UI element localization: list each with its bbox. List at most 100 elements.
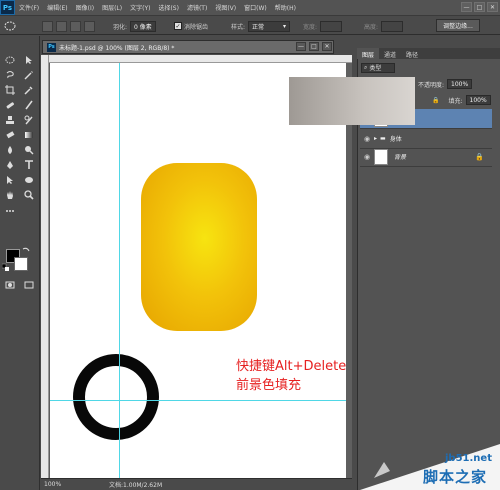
- doc-close-button[interactable]: ✕: [322, 42, 332, 51]
- gray-overlay-rectangle: [289, 77, 415, 125]
- crop-icon: [5, 85, 15, 95]
- vertical-guide[interactable]: [119, 63, 120, 478]
- clone-stamp-tool[interactable]: [2, 114, 18, 126]
- subtract-selection-button[interactable]: [70, 20, 81, 32]
- menu-file[interactable]: 文件(F): [15, 3, 43, 12]
- new-selection-button[interactable]: [42, 20, 53, 32]
- menu-type[interactable]: 文字(Y): [126, 3, 154, 12]
- gradient-tool[interactable]: [21, 129, 37, 141]
- maximize-button[interactable]: □: [474, 2, 485, 12]
- lasso-tool[interactable]: [2, 69, 18, 81]
- crop-tool[interactable]: [2, 84, 18, 96]
- options-bar: 羽化: 0 像素 ✓ 消除锯齿 样式: 正常 ▾ 宽度: 高度: 调整边缘...: [0, 15, 500, 35]
- selection-mode-buttons: [42, 20, 95, 32]
- vertical-ruler[interactable]: [41, 55, 49, 478]
- expand-arrow-icon[interactable]: ▸: [374, 135, 377, 142]
- document-tab[interactable]: Ps 未标题-1.psd @ 100% (图层 2, RGB/8) *: [42, 40, 334, 54]
- menu-bar: Ps 文件(F) 编辑(E) 图像(I) 图层(L) 文字(Y) 选择(S) 滤…: [0, 0, 500, 15]
- add-selection-button[interactable]: [56, 20, 67, 32]
- antialias-checkbox[interactable]: ✓: [174, 22, 182, 30]
- height-label: 高度:: [364, 23, 379, 31]
- quick-selection-tool[interactable]: [21, 69, 37, 81]
- tab-channels[interactable]: 通道: [379, 48, 401, 59]
- more-tools[interactable]: [2, 205, 18, 217]
- pen-icon: [7, 161, 13, 169]
- intersect-selection-button[interactable]: [84, 20, 95, 32]
- menu-view[interactable]: 视图(V): [211, 3, 240, 12]
- menu-select[interactable]: 选择(S): [154, 3, 183, 12]
- menu-image[interactable]: 图像(I): [72, 3, 98, 12]
- layer-filter-select[interactable]: ⌕ 类型: [361, 62, 395, 73]
- pen-tool[interactable]: [2, 159, 18, 171]
- status-bar: 100% 文档:1.00M/2.62M: [41, 478, 352, 490]
- style-select[interactable]: 正常 ▾: [248, 20, 291, 32]
- width-label: 宽度:: [303, 23, 318, 31]
- marquee-tool-preset[interactable]: [4, 20, 18, 32]
- menu-window[interactable]: 窗口(W): [240, 3, 271, 12]
- blur-tool[interactable]: [2, 144, 18, 156]
- opacity-input[interactable]: 100%: [447, 79, 473, 89]
- feather-label: 羽化:: [113, 23, 128, 31]
- document-window-controls: — □ ✕: [296, 42, 332, 51]
- zoom-level[interactable]: 100%: [41, 481, 63, 488]
- dodge-tool[interactable]: [21, 144, 37, 156]
- ellipse-marquee-tool[interactable]: [2, 54, 18, 66]
- hand-icon: [7, 191, 13, 199]
- menu-edit[interactable]: 编辑(E): [43, 3, 71, 12]
- swap-arrows-icon: [22, 247, 30, 252]
- quick-mask-icon: [5, 281, 15, 289]
- menu-filter[interactable]: 滤镜(T): [183, 3, 211, 12]
- layer-group-row[interactable]: ◉ ▸ ▬ 身体: [360, 129, 492, 149]
- black-ring-shape[interactable]: [73, 354, 159, 440]
- hand-tool[interactable]: [2, 189, 18, 201]
- minimize-button[interactable]: —: [461, 2, 472, 12]
- width-input[interactable]: [320, 20, 343, 32]
- brush-tool[interactable]: [21, 99, 37, 111]
- annotation-line-1: 快捷键Alt+Delete键,: [236, 359, 346, 374]
- height-input[interactable]: [381, 20, 404, 32]
- doc-maximize-button[interactable]: □: [309, 42, 319, 51]
- height-group: 高度:: [364, 20, 404, 32]
- screen-mode-button[interactable]: [21, 279, 37, 291]
- feather-input[interactable]: 0 像素: [130, 20, 156, 32]
- layer-background-row[interactable]: ◉ 背景 🔒: [360, 147, 492, 167]
- tab-paths[interactable]: 路径: [401, 48, 423, 59]
- menu-layer[interactable]: 图层(L): [98, 3, 126, 12]
- close-button[interactable]: ✕: [487, 2, 498, 12]
- horizontal-ruler[interactable]: [41, 55, 352, 63]
- lasso-icon: [6, 71, 14, 79]
- background-color-swatch[interactable]: [14, 257, 28, 271]
- document-canvas[interactable]: 快捷键Alt+Delete键, 前景色填充: [50, 63, 346, 478]
- history-brush-tool[interactable]: [21, 114, 37, 126]
- yellow-rounded-shape[interactable]: [141, 163, 257, 331]
- spot-healing-tool[interactable]: [2, 99, 18, 111]
- horizontal-guide[interactable]: [50, 400, 346, 401]
- zoom-tool[interactable]: [21, 189, 37, 201]
- type-icon: [25, 160, 33, 169]
- watermark-url: jb51.net: [445, 453, 492, 464]
- move-tool[interactable]: [21, 54, 37, 66]
- opacity-group: 不透明度: 100%: [418, 79, 473, 89]
- shape-tool[interactable]: [21, 174, 37, 186]
- visibility-eye-icon[interactable]: ◉: [360, 147, 374, 167]
- refine-edge-button[interactable]: 调整边缘...: [436, 19, 480, 32]
- path-selection-tool[interactable]: [2, 174, 18, 186]
- window-controls: — □ ✕: [461, 2, 498, 12]
- ps-logo: Ps: [0, 0, 15, 15]
- fill-input[interactable]: 100%: [465, 95, 491, 105]
- doc-minimize-button[interactable]: —: [296, 42, 306, 51]
- eyedropper-tool[interactable]: [21, 84, 37, 96]
- ps-file-icon: Ps: [47, 42, 56, 52]
- type-tool[interactable]: [21, 159, 37, 171]
- eraser-tool[interactable]: [2, 129, 18, 141]
- visibility-eye-icon[interactable]: ◉: [360, 129, 374, 149]
- lock-icon[interactable]: 🔒: [432, 97, 439, 104]
- tab-layers[interactable]: 图层: [357, 48, 380, 59]
- edit-in-quick-mask-button[interactable]: [2, 279, 18, 291]
- width-group: 宽度:: [303, 20, 343, 32]
- swap-colors-button[interactable]: [22, 246, 30, 254]
- default-colors-button[interactable]: [2, 263, 10, 272]
- menu-help[interactable]: 帮助(H): [271, 3, 300, 12]
- default-colors-icon: [2, 263, 9, 271]
- watermark-name: 脚本之家: [423, 468, 488, 486]
